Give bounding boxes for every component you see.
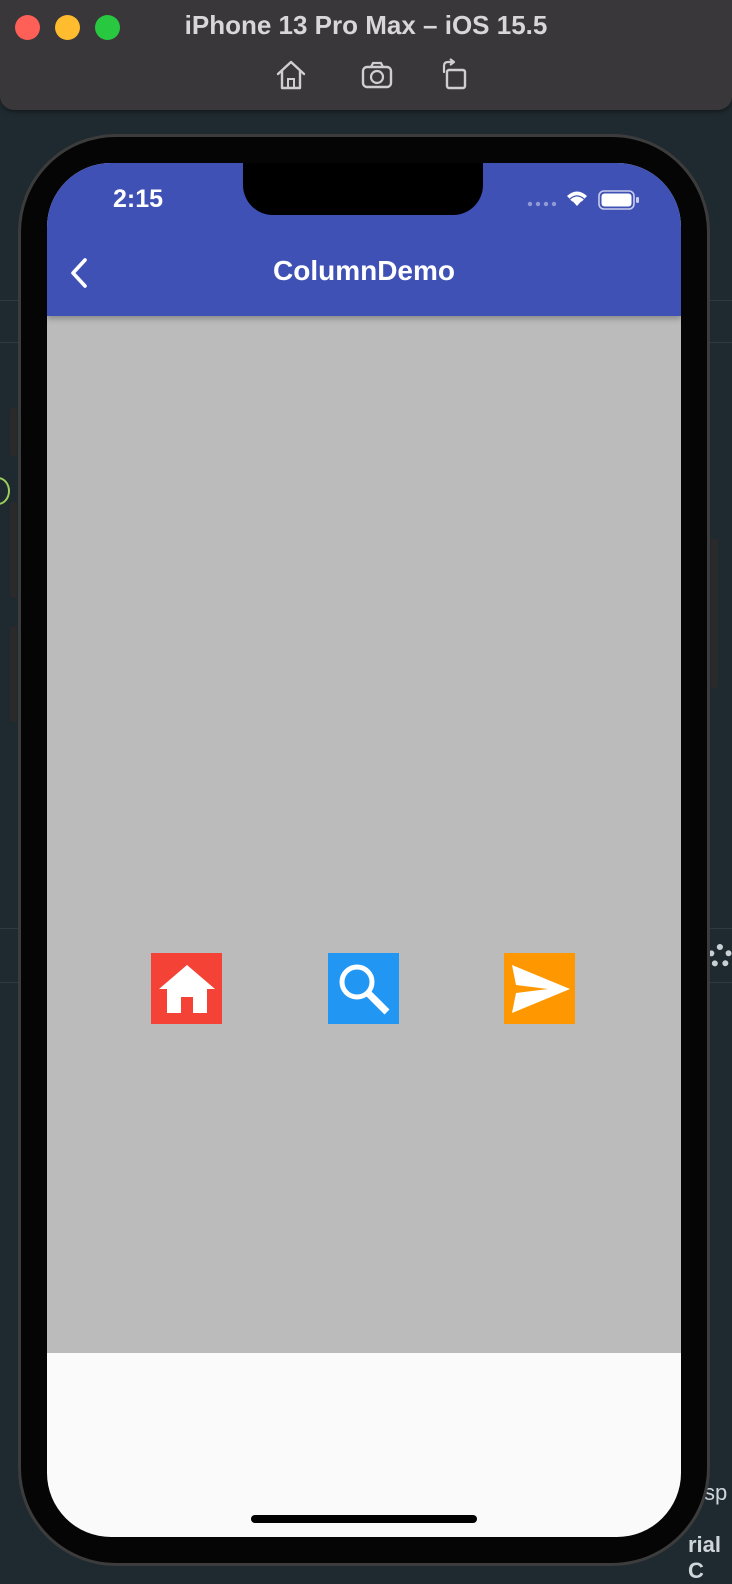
volume-up-button [10,502,17,598]
home-indicator[interactable] [251,1515,477,1523]
home-icon [158,964,215,1013]
phone-screen: 2:15 ColumnDemo [47,163,681,1537]
page-title: ColumnDemo [273,255,455,286]
silent-switch [10,408,17,456]
send-icon [511,964,570,1013]
status-time: 2:15 [113,185,164,213]
search-icon-tile[interactable] [328,953,399,1024]
rotate-icon[interactable] [438,58,472,92]
wifi-icon [567,191,587,206]
home-icon-tile[interactable] [151,953,222,1024]
notch [243,163,483,215]
battery-icon [598,190,639,210]
volume-down-button [10,626,17,722]
cellular-signal-icon [527,201,557,207]
ide-edge-text: rial C [688,1532,722,1583]
search-icon [339,964,389,1014]
column-body [47,316,681,1353]
simulator-titlebar: iPhone 13 Pro Max – iOS 15.5 [0,0,732,110]
home-icon[interactable] [274,58,308,92]
power-button [711,538,718,688]
send-icon-tile[interactable] [504,953,575,1024]
simulator-title: iPhone 13 Pro Max – iOS 15.5 [184,10,548,40]
screenshot-icon[interactable] [360,58,394,92]
gear-icon[interactable] [708,944,732,968]
ide-status-ring-icon [0,477,10,505]
